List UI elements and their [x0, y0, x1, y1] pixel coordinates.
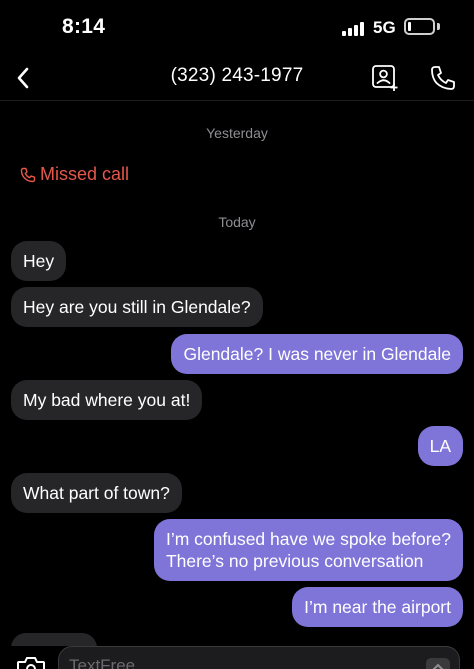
message-outgoing[interactable]: LA [417, 426, 463, 466]
message-line: There’s no previous conversation [165, 551, 424, 571]
status-bar: 8:14 5G [0, 0, 474, 56]
message-composer [0, 646, 474, 669]
battery-tip [437, 23, 440, 30]
message-incoming[interactable]: Hey [11, 241, 67, 281]
missed-call-item[interactable]: Missed call [20, 164, 129, 185]
battery-level [408, 22, 411, 31]
status-time: 8:14 [62, 15, 106, 38]
contact-title: (323) 243-1977 [170, 65, 304, 86]
message-incoming-partial[interactable] [11, 633, 97, 646]
camera-icon [17, 657, 45, 669]
message-outgoing[interactable]: I’m near the airport [292, 587, 463, 627]
missed-call-icon [20, 167, 36, 182]
message-outgoing-multiline[interactable]: I’m confused have we spoke before? There… [153, 519, 463, 581]
message-line: I’m confused have we spoke before? [165, 529, 451, 549]
message-input[interactable] [58, 646, 460, 669]
message-incoming[interactable]: Hey are you still in Glendale? [11, 287, 263, 327]
phone-icon [431, 66, 455, 90]
battery-icon [404, 18, 435, 35]
message-incoming[interactable]: What part of town? [11, 473, 182, 513]
conversation-header: (323) 243-1977 [0, 56, 474, 100]
message-list[interactable]: Yesterday Missed call Today Hey Hey are … [0, 101, 474, 646]
date-separator-yesterday: Yesterday [206, 125, 268, 141]
missed-call-label: Missed call [40, 164, 130, 184]
camera-button[interactable] [16, 656, 46, 669]
send-button[interactable] [426, 658, 450, 669]
add-contact-button[interactable] [368, 60, 402, 96]
signal-icon [342, 20, 366, 36]
message-incoming[interactable]: My bad where you at! [11, 380, 203, 420]
contact-add-icon [372, 65, 398, 91]
message-outgoing[interactable]: Glendale? I was never in Glendale [171, 334, 463, 374]
send-icon [432, 663, 444, 669]
network-type: 5G [373, 18, 396, 37]
call-button[interactable] [426, 60, 460, 96]
date-separator-today: Today [218, 214, 256, 230]
